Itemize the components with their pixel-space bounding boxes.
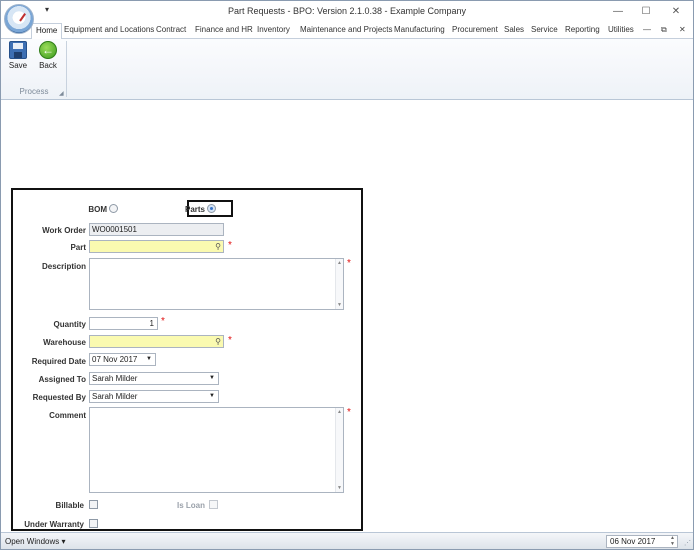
work-order-label: Work Order bbox=[42, 226, 86, 235]
mdi-close-icon[interactable]: ✕ bbox=[679, 25, 686, 34]
comment-label: Comment bbox=[49, 411, 86, 420]
status-date-value: 06 Nov 2017 bbox=[610, 537, 656, 546]
ribbon-tab-bar: Home Equipment and Locations Contract Fi… bbox=[1, 23, 693, 40]
comment-textarea[interactable]: ▲ ▼ bbox=[89, 407, 344, 493]
open-windows-menu[interactable]: Open Windows ▾ bbox=[5, 537, 65, 546]
save-button[interactable]: Save bbox=[5, 41, 31, 70]
part-required-marker: * bbox=[228, 240, 232, 251]
tab-manufacturing[interactable]: Manufacturing bbox=[394, 25, 445, 34]
close-button[interactable]: ✕ bbox=[663, 4, 689, 20]
required-date-value: 07 Nov 2017 bbox=[92, 355, 138, 364]
warehouse-required-marker: * bbox=[228, 335, 232, 346]
billable-label: Billable bbox=[55, 501, 84, 510]
quantity-required-marker: * bbox=[161, 316, 165, 327]
minimize-button[interactable]: — bbox=[605, 4, 631, 20]
description-label: Description bbox=[41, 262, 86, 271]
tab-inventory[interactable]: Inventory bbox=[257, 25, 290, 34]
parts-label: Parts bbox=[184, 205, 205, 214]
mdi-minimize-icon[interactable]: — bbox=[643, 25, 651, 34]
part-label: Part bbox=[70, 243, 86, 252]
comment-required-marker: * bbox=[347, 407, 351, 418]
description-required-marker: * bbox=[347, 258, 351, 269]
tab-maintenance-and-projects[interactable]: Maintenance and Projects bbox=[300, 25, 393, 34]
tab-procurement[interactable]: Procurement bbox=[452, 25, 498, 34]
description-textarea[interactable]: ▲ ▼ bbox=[89, 258, 344, 310]
tab-service[interactable]: Service bbox=[531, 25, 558, 34]
comment-scrollbar[interactable]: ▲ ▼ bbox=[335, 408, 343, 492]
under-warranty-checkbox[interactable] bbox=[89, 519, 98, 528]
assigned-to-select[interactable]: Sarah Milder ▼ bbox=[89, 372, 219, 385]
part-search-icon[interactable]: ⚲ bbox=[215, 241, 221, 252]
required-date-label: Required Date bbox=[31, 357, 86, 366]
date-spin-icon[interactable]: ▲ ▼ bbox=[670, 535, 675, 547]
is-loan-label: Is Loan bbox=[176, 501, 205, 510]
bom-radio[interactable] bbox=[109, 204, 118, 213]
app-logo-icon[interactable] bbox=[4, 4, 34, 34]
ribbon-group-process-label: Process bbox=[19, 87, 49, 96]
assigned-to-label: Assigned To bbox=[38, 375, 86, 384]
part-request-form: BOM Parts Work Order WO0001501 Part ⚲ * … bbox=[11, 188, 363, 531]
parts-radio[interactable] bbox=[207, 204, 216, 213]
tab-reporting[interactable]: Reporting bbox=[565, 25, 600, 34]
bom-label: BOM bbox=[88, 205, 107, 214]
back-button-label: Back bbox=[39, 61, 57, 70]
tab-contract[interactable]: Contract bbox=[156, 25, 186, 34]
quantity-label: Quantity bbox=[53, 320, 86, 329]
status-bar: Open Windows ▾ 06 Nov 2017 ▲ ▼ ⋰ bbox=[1, 532, 693, 549]
back-arrow-icon: ← bbox=[39, 41, 57, 59]
ribbon-group-divider bbox=[66, 41, 67, 97]
tab-equipment-and-locations[interactable]: Equipment and Locations bbox=[64, 25, 154, 34]
back-button[interactable]: ← Back bbox=[35, 41, 61, 70]
required-date-dropdown-icon[interactable]: ▼ bbox=[146, 354, 152, 365]
status-date-field[interactable]: 06 Nov 2017 ▲ ▼ bbox=[606, 535, 678, 548]
requested-by-value: Sarah Milder bbox=[92, 392, 138, 401]
warehouse-search-icon[interactable]: ⚲ bbox=[215, 336, 221, 347]
title-bar: ▾ Part Requests - BPO: Version 2.1.0.38 … bbox=[1, 1, 693, 34]
group-launcher-icon[interactable]: ◢ bbox=[59, 90, 64, 97]
requested-by-dropdown-icon[interactable]: ▼ bbox=[209, 391, 215, 402]
under-warranty-label: Under Warranty bbox=[24, 520, 84, 529]
ribbon-home-panel: Save ← Back Process ◢ bbox=[1, 39, 693, 100]
warehouse-lookup-field[interactable]: ⚲ bbox=[89, 335, 224, 348]
requested-by-label: Requested By bbox=[32, 393, 86, 402]
work-order-field[interactable]: WO0001501 bbox=[89, 223, 224, 236]
app-window: ▾ Part Requests - BPO: Version 2.1.0.38 … bbox=[0, 0, 694, 550]
save-icon bbox=[9, 41, 27, 59]
requested-by-select[interactable]: Sarah Milder ▼ bbox=[89, 390, 219, 403]
required-date-picker[interactable]: 07 Nov 2017 ▼ bbox=[89, 353, 156, 366]
warehouse-label: Warehouse bbox=[43, 338, 86, 347]
part-lookup-field[interactable]: ⚲ bbox=[89, 240, 224, 253]
tab-finance-and-hr[interactable]: Finance and HR bbox=[195, 25, 253, 34]
resize-grip-icon[interactable]: ⋰ bbox=[684, 539, 691, 547]
is-loan-checkbox[interactable] bbox=[209, 500, 218, 509]
assigned-to-value: Sarah Milder bbox=[92, 374, 138, 383]
assigned-to-dropdown-icon[interactable]: ▼ bbox=[209, 373, 215, 384]
save-button-label: Save bbox=[8, 61, 28, 70]
description-scrollbar[interactable]: ▲ ▼ bbox=[335, 259, 343, 309]
tab-sales[interactable]: Sales bbox=[504, 25, 524, 34]
mdi-restore-icon[interactable]: ⧉ bbox=[661, 25, 667, 35]
tab-utilities[interactable]: Utilities bbox=[608, 25, 634, 34]
quantity-field[interactable]: 1 bbox=[89, 317, 158, 330]
window-title: Part Requests - BPO: Version 2.1.0.38 - … bbox=[227, 6, 467, 16]
maximize-button[interactable]: ☐ bbox=[633, 4, 659, 20]
tab-home[interactable]: Home bbox=[31, 23, 63, 40]
billable-checkbox[interactable] bbox=[89, 500, 98, 509]
